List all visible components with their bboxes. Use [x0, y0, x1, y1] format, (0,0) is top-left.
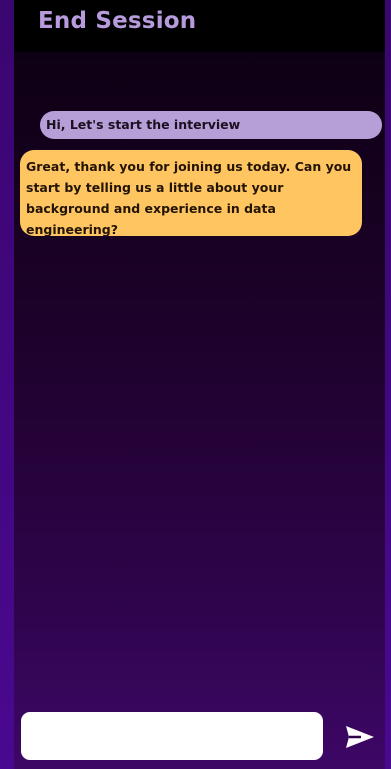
left-border	[0, 0, 14, 769]
user-message: Hi, Let's start the interview	[40, 111, 382, 139]
send-icon	[345, 725, 379, 749]
header-bar: End Session	[14, 0, 385, 52]
right-border	[385, 0, 391, 769]
message-input[interactable]	[21, 712, 323, 760]
assistant-message: Great, thank you for joining us today. C…	[20, 150, 362, 237]
end-session-button[interactable]: End Session	[38, 8, 196, 34]
send-button[interactable]	[345, 724, 379, 750]
